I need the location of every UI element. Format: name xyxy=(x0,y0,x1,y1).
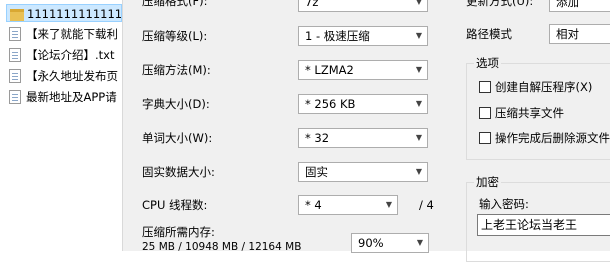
solid-select[interactable]: 固实 ▼ xyxy=(298,162,428,182)
level-select[interactable]: 1 - 极速压缩 ▼ xyxy=(298,26,428,46)
chevron-down-icon: ▼ xyxy=(415,99,423,108)
file-list: 1111111111111 【来了就能下载利 【论坛介绍】.txt 【永久地址发… xyxy=(0,0,122,251)
sfx-label[interactable]: 创建自解压程序(X) xyxy=(495,80,592,94)
file-item[interactable]: 【永久地址发布页 xyxy=(6,67,122,85)
memory-percent-value: 90% xyxy=(358,236,384,250)
update-label: 更新方式(U): xyxy=(466,0,534,8)
file-name: 【论坛介绍】.txt xyxy=(26,48,115,62)
file-name: 最新地址及APP请 xyxy=(26,90,117,104)
chevron-down-icon: ▼ xyxy=(415,0,423,6)
path-label: 路径模式 xyxy=(466,27,512,41)
folder-icon xyxy=(10,9,24,21)
solid-label: 固实数据大小: xyxy=(142,165,215,179)
file-name: 1111111111111 xyxy=(27,7,122,21)
threads-label: CPU 线程数: xyxy=(142,198,208,212)
dict-value: * 256 KB xyxy=(305,97,356,111)
chevron-down-icon: ▼ xyxy=(415,167,423,176)
password-value: 上老王论坛当老王 xyxy=(481,218,578,232)
dict-label: 字典大小(D): xyxy=(142,97,210,111)
file-name: 【来了就能下载利 xyxy=(26,27,118,41)
file-item[interactable]: 【论坛介绍】.txt xyxy=(6,46,122,64)
threads-select[interactable]: * 4 ▼ xyxy=(298,195,398,215)
chevron-down-icon: ▼ xyxy=(385,200,393,209)
file-item-folder[interactable]: 1111111111111 xyxy=(6,4,122,22)
solid-value: 固实 xyxy=(305,165,328,179)
word-label: 单词大小(W): xyxy=(142,131,213,145)
path-select[interactable]: 相对 xyxy=(549,24,610,44)
text-file-icon xyxy=(9,27,21,41)
shared-files-label[interactable]: 压缩共享文件 xyxy=(495,106,564,120)
encryption-title: 加密 xyxy=(474,175,501,189)
shared-files-checkbox[interactable] xyxy=(479,107,491,119)
format-label: 压缩格式(F): xyxy=(142,0,208,8)
update-select[interactable]: 添加 xyxy=(549,0,610,12)
file-item[interactable]: 最新地址及APP请 xyxy=(6,88,122,106)
chevron-down-icon: ▼ xyxy=(415,31,423,40)
level-label: 压缩等级(L): xyxy=(142,29,208,43)
word-value: * 32 xyxy=(305,131,330,145)
file-item[interactable]: 【来了就能下载利 xyxy=(6,25,122,43)
word-select[interactable]: * 32 ▼ xyxy=(298,128,428,148)
format-select[interactable]: 7z ▼ xyxy=(298,0,428,12)
chevron-down-icon: ▼ xyxy=(415,65,423,74)
text-file-icon xyxy=(9,48,21,62)
memory-percent-select[interactable]: 90% ▼ xyxy=(351,233,429,253)
delete-after-label[interactable]: 操作完成后删除源文件 xyxy=(495,131,610,145)
sfx-checkbox[interactable] xyxy=(479,81,491,93)
password-label: 输入密码: xyxy=(479,197,529,211)
threads-max: / 4 xyxy=(419,198,434,212)
file-name: 【永久地址发布页 xyxy=(26,69,118,83)
dict-select[interactable]: * 256 KB ▼ xyxy=(298,94,428,114)
text-file-icon xyxy=(9,90,21,104)
delete-after-checkbox[interactable] xyxy=(479,132,491,144)
text-file-icon xyxy=(9,69,21,83)
format-value: 7z xyxy=(305,0,319,9)
password-input[interactable]: 上老王论坛当老王 xyxy=(477,214,610,236)
method-select[interactable]: * LZMA2 ▼ xyxy=(298,60,428,80)
method-label: 压缩方法(M): xyxy=(142,63,211,77)
add-to-archive-dialog: 压缩格式(F): 7z ▼ 压缩等级(L): 1 - 极速压缩 ▼ 压缩方法(M… xyxy=(122,0,610,262)
update-value: 添加 xyxy=(556,0,579,9)
threads-value: * 4 xyxy=(305,198,322,212)
chevron-down-icon: ▼ xyxy=(416,238,424,247)
method-value: * LZMA2 xyxy=(305,63,354,77)
memory-label: 压缩所需内存: xyxy=(142,225,215,239)
level-value: 1 - 极速压缩 xyxy=(305,29,370,43)
options-title: 选项 xyxy=(474,56,501,70)
memory-values: 25 MB / 10948 MB / 12164 MB xyxy=(142,241,302,253)
chevron-down-icon: ▼ xyxy=(415,133,423,142)
path-value: 相对 xyxy=(556,27,579,41)
